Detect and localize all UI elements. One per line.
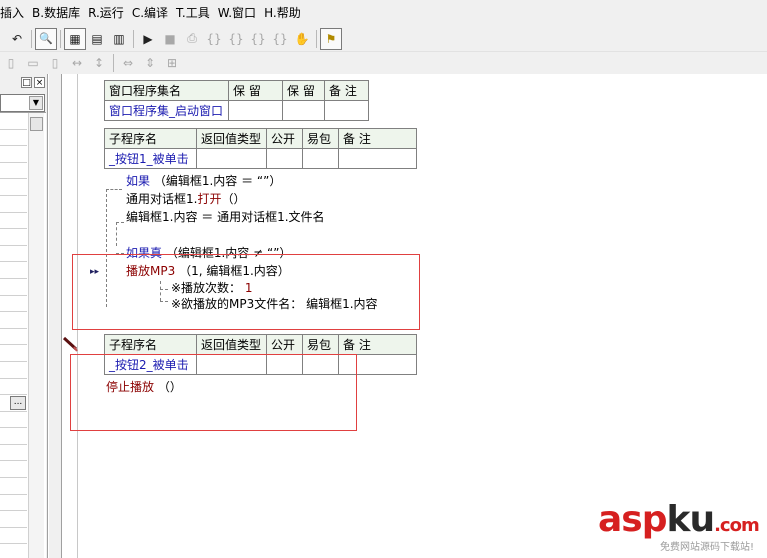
code-text: 通用对话框1. xyxy=(126,192,198,206)
menu-run[interactable]: R.运行 xyxy=(84,0,128,26)
editor-gutter xyxy=(49,74,62,558)
menu-tools[interactable]: T.工具 xyxy=(172,0,214,26)
sub-name-header: 子程序名 xyxy=(104,128,197,149)
menu-insert[interactable]: 插入 xyxy=(0,0,28,26)
property-rows xyxy=(0,113,27,558)
public-header: 公开 xyxy=(266,334,303,355)
space-horizontal-icon[interactable]: ↔ xyxy=(66,52,88,74)
flow-line xyxy=(106,189,122,190)
remark-header: 备 注 xyxy=(324,80,369,101)
remark-cell[interactable] xyxy=(338,148,417,169)
property-list[interactable]: ... xyxy=(0,112,46,558)
sub-name-cell[interactable]: _按钮1_被单击 xyxy=(104,148,197,169)
layout2-icon[interactable]: ▤ xyxy=(86,28,108,50)
keyword: 如果 xyxy=(126,174,151,188)
reserved-header: 保 留 xyxy=(282,80,325,101)
inspect-icon[interactable]: ⚑ xyxy=(320,27,342,50)
reserved-cell[interactable] xyxy=(228,100,283,121)
assembly-name-cell[interactable]: 窗口程序集_启动窗口 xyxy=(104,100,229,121)
assembly-table: 窗口程序集名 保 留 保 留 备 注 窗口程序集_启动窗口 xyxy=(104,80,369,121)
scrollbar-thumb[interactable] xyxy=(30,117,43,131)
step-into-icon[interactable]: {} xyxy=(203,28,225,50)
toolbar-separator xyxy=(60,29,61,48)
main-toolbar: ↶ 🔍 ▦ ▤ ▥ ▶ ■ ⎙ {} {} {} {} ✋ ⚑ xyxy=(0,26,767,52)
same-width-icon[interactable]: ⇔ xyxy=(117,52,139,74)
highlight-box xyxy=(70,354,357,431)
watermark-com: .com xyxy=(714,515,760,536)
run-to-cursor-icon[interactable]: {} xyxy=(269,28,291,50)
undo-icon[interactable]: ↶ xyxy=(6,28,28,50)
code-line[interactable]: 通用对话框1.打开（） xyxy=(126,191,245,207)
align-left-icon[interactable]: ▯ xyxy=(0,52,22,74)
layout3-icon[interactable]: ▥ xyxy=(108,28,130,50)
ellipsis-button[interactable]: ... xyxy=(10,396,26,410)
code-text: （编辑框1.内容 ＝ “”） xyxy=(153,174,282,188)
remark-cell[interactable] xyxy=(324,100,369,121)
step-over-icon[interactable]: {} xyxy=(225,28,247,50)
menu-window[interactable]: W.窗口 xyxy=(214,0,260,26)
menu-database[interactable]: B.数据库 xyxy=(28,0,84,26)
return-type-cell[interactable] xyxy=(196,148,267,169)
sub-name-header: 子程序名 xyxy=(104,334,197,355)
align-right-icon[interactable]: ▯ xyxy=(44,52,66,74)
assembly-name-header: 窗口程序集名 xyxy=(104,80,229,101)
hand-icon[interactable]: ✋ xyxy=(291,28,313,50)
remark-header: 备 注 xyxy=(338,334,417,355)
public-header: 公开 xyxy=(266,128,303,149)
menu-compile[interactable]: C.编译 xyxy=(128,0,172,26)
code-text: 编辑框1.内容 ＝ 通用对话框1.文件名 xyxy=(126,210,325,224)
panel-scrollbar[interactable] xyxy=(28,113,44,558)
code-line[interactable]: 编辑框1.内容 ＝ 通用对话框1.文件名 xyxy=(126,209,325,225)
public-cell[interactable] xyxy=(266,148,303,169)
panel-titlebar: □ × xyxy=(0,74,47,90)
reserved-header: 保 留 xyxy=(228,80,283,101)
step-out-icon[interactable]: {} xyxy=(247,28,269,50)
space-vertical-icon[interactable]: ↕ xyxy=(88,52,110,74)
subroutine-table-1: 子程序名 返回值类型 公开 易包 备 注 _按钮1_被单击 xyxy=(104,128,417,169)
method-name: 打开 xyxy=(197,192,222,206)
watermark-asp: asp xyxy=(598,499,667,540)
code-text: （） xyxy=(221,192,246,206)
toolbar-separator xyxy=(316,29,317,48)
toolbar-separator xyxy=(31,29,32,48)
flow-line xyxy=(116,222,117,246)
watermark-subtitle: 免费网站源码下载站! xyxy=(660,542,755,553)
return-type-header: 返回值类型 xyxy=(196,334,267,355)
same-height-icon[interactable]: ⇕ xyxy=(139,52,161,74)
watermark-logo: aspku.com 免费网站源码下载站! xyxy=(598,500,763,556)
align-toolbar: ▯ ▭ ▯ ↔ ↕ ⇔ ⇕ ⊞ xyxy=(0,52,767,74)
pen-cursor-icon xyxy=(62,336,78,352)
find-icon[interactable]: 🔍 xyxy=(35,27,57,50)
watermark-ku: ku xyxy=(666,499,716,540)
easy-package-cell[interactable] xyxy=(302,148,339,169)
return-type-header: 返回值类型 xyxy=(196,128,267,149)
easy-package-header: 易包 xyxy=(302,334,339,355)
easy-package-header: 易包 xyxy=(302,128,339,149)
left-panel: □ × ▼ ... xyxy=(0,74,48,558)
run-icon[interactable]: ▶ xyxy=(137,28,159,50)
menu-bar: 插入 B.数据库 R.运行 C.编译 T.工具 W.窗口 H.帮助 xyxy=(0,0,767,26)
flow-line xyxy=(116,222,124,223)
layout1-icon[interactable]: ▦ xyxy=(64,27,86,50)
chevron-down-icon[interactable]: ▼ xyxy=(29,96,43,110)
close-icon[interactable]: × xyxy=(34,76,45,88)
step-icon[interactable]: ⎙ xyxy=(181,28,203,50)
stop-icon[interactable]: ■ xyxy=(159,28,181,50)
toolbar-separator xyxy=(113,54,114,72)
highlight-box xyxy=(72,254,420,330)
code-line[interactable]: 如果 （编辑框1.内容 ＝ “”） xyxy=(126,173,281,189)
same-size-icon[interactable]: ⊞ xyxy=(161,52,183,74)
panel-dropdown[interactable]: ▼ xyxy=(0,94,45,112)
restore-icon[interactable]: □ xyxy=(21,76,32,88)
menu-help[interactable]: H.帮助 xyxy=(260,0,305,26)
remark-header: 备 注 xyxy=(338,128,417,149)
reserved-cell[interactable] xyxy=(282,100,325,121)
toolbar-separator xyxy=(133,29,134,48)
align-center-icon[interactable]: ▭ xyxy=(22,52,44,74)
